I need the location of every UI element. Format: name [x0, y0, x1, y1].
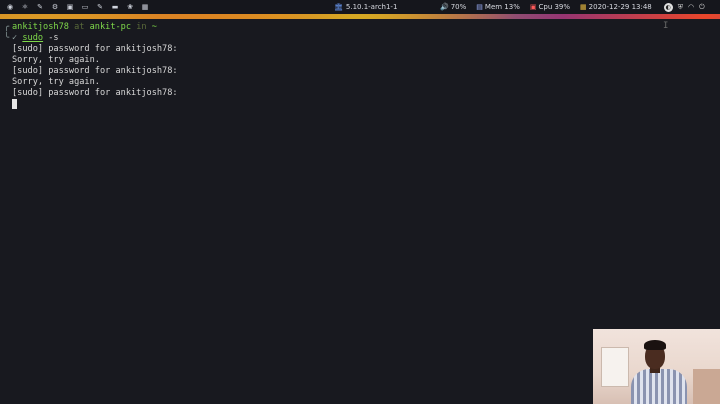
output-line: [sudo] password for ankitjosh78:	[12, 44, 178, 54]
status-area: 🔊 70% ▤ Mem 13% ▣ Cpu 39% ▦ 2020-12-29 1…	[440, 0, 705, 14]
text-cursor-icon: I	[663, 21, 669, 31]
image-viewer-icon[interactable]: ▣	[66, 3, 74, 11]
input-line[interactable]	[12, 99, 178, 110]
webcam-background-window	[601, 347, 629, 387]
top-panel: ◉ ⚛ ✎ ⚙ ▣ ▭ ✎ ▬ ❀ ▦ 🏛 5.10.1-arch1-1 🔊 7…	[0, 0, 720, 14]
system-tray: ◐ ⛨ ◠ ⏻	[663, 0, 705, 14]
webcam-chair	[693, 369, 720, 404]
clock-widget[interactable]: ▦ 2020-12-29 13:48	[580, 0, 652, 14]
grid-icon[interactable]: ▦	[141, 3, 149, 11]
volume-value: 70%	[450, 3, 467, 11]
folder-icon[interactable]: ▬	[111, 3, 119, 11]
shield-icon[interactable]: ⛨	[678, 0, 683, 14]
webcam-person-shirt	[631, 369, 687, 404]
prompt-corner-bottom-icon: ╰	[4, 33, 10, 43]
prompt-user: ankitjosh78	[12, 22, 69, 32]
clock-value: 2020-12-29 13:48	[588, 3, 652, 11]
kernel-version: 5.10.1-arch1-1	[345, 3, 398, 11]
webcam-overlay	[593, 329, 720, 404]
webcam-person-hair	[644, 340, 666, 350]
command-line: ✓ sudo -s	[12, 33, 178, 44]
dropper-icon[interactable]: ✎	[36, 3, 44, 11]
cpu-icon: ▣	[529, 3, 537, 11]
paw-icon[interactable]: ❀	[126, 3, 134, 11]
settings-icon[interactable]: ⚙	[51, 3, 59, 11]
cpu-widget[interactable]: ▣ Cpu 39%	[530, 0, 570, 14]
launcher-bar: ◉ ⚛ ✎ ⚙ ▣ ▭ ✎ ▬ ❀ ▦	[0, 3, 149, 11]
terminal-output: ankitjosh78 at ankit-pc in ~ ✓ sudo -s […	[12, 22, 178, 110]
terminal-cursor	[12, 99, 17, 109]
code-icon[interactable]: ✎	[96, 3, 104, 11]
atom-editor-icon[interactable]: ⚛	[21, 3, 29, 11]
app-menu-icon[interactable]: ◉	[6, 3, 14, 11]
prompt-host: ankit-pc	[89, 22, 132, 32]
command-args: -s	[43, 33, 59, 43]
kernel-icon: 🏛	[334, 3, 343, 11]
output-line: [sudo] password for ankitjosh78:	[12, 66, 178, 76]
output-line: Sorry, try again.	[12, 55, 100, 65]
kernel-widget[interactable]: 🏛 5.10.1-arch1-1	[334, 0, 397, 14]
prompt-line: ankitjosh78 at ankit-pc in ~	[12, 22, 178, 33]
output-line: Sorry, try again.	[12, 77, 100, 87]
memory-icon: ▤	[476, 3, 483, 11]
wifi-icon[interactable]: ◠	[688, 0, 694, 14]
prompt-at: at	[68, 22, 90, 32]
prompt-corner-top-icon: ╭	[4, 22, 10, 32]
monitor-icon[interactable]: ▭	[81, 3, 89, 11]
memory-widget[interactable]: ▤ Mem 13%	[476, 0, 520, 14]
output-line: [sudo] password for ankitjosh78:	[12, 88, 178, 98]
prompt-dir: ~	[151, 22, 157, 32]
memory-value: Mem 13%	[484, 3, 520, 11]
volume-widget[interactable]: 🔊 70%	[440, 0, 466, 14]
volume-icon: 🔊	[440, 3, 449, 11]
calendar-icon: ▦	[580, 3, 587, 11]
prompt-in: in	[131, 22, 152, 32]
power-icon[interactable]: ⏻	[699, 0, 705, 14]
avatar-icon[interactable]: ◐	[663, 2, 673, 12]
command-name: sudo	[22, 33, 44, 43]
prompt-arrow-icon: ✓	[12, 33, 23, 43]
cpu-value: Cpu 39%	[538, 3, 571, 11]
